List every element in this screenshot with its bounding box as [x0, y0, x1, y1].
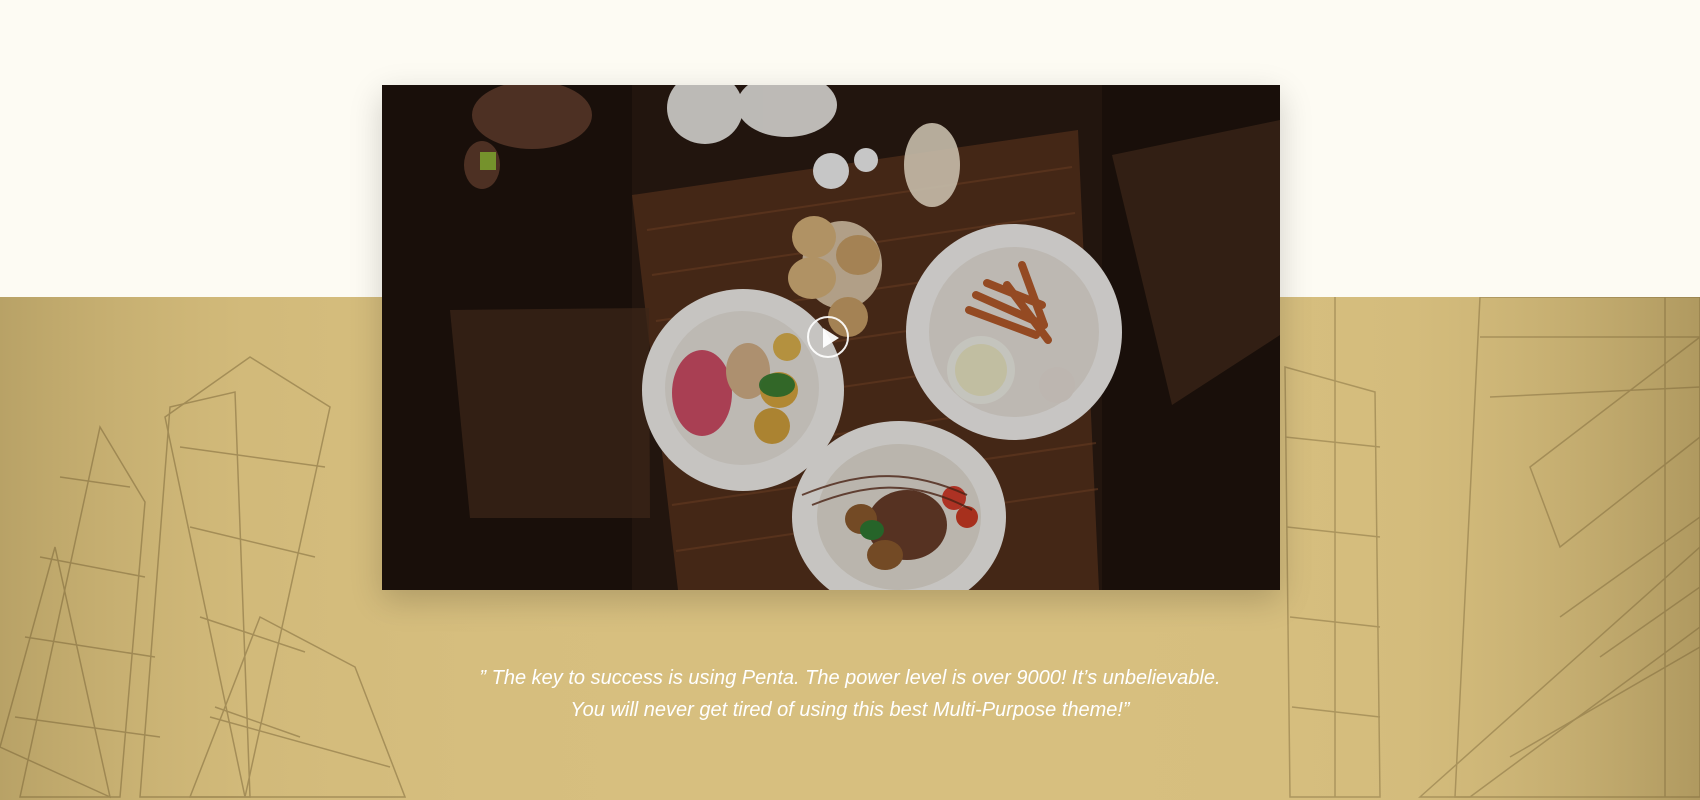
play-button[interactable]: [807, 316, 849, 358]
quote-line-2: You will never get tired of using this b…: [570, 699, 1130, 721]
quote-line-1: ” The key to success is using Penta. The…: [479, 667, 1221, 689]
play-icon: [823, 328, 839, 348]
video-card[interactable]: [382, 85, 1280, 590]
testimonial-quote: ” The key to success is using Penta. The…: [350, 662, 1350, 726]
